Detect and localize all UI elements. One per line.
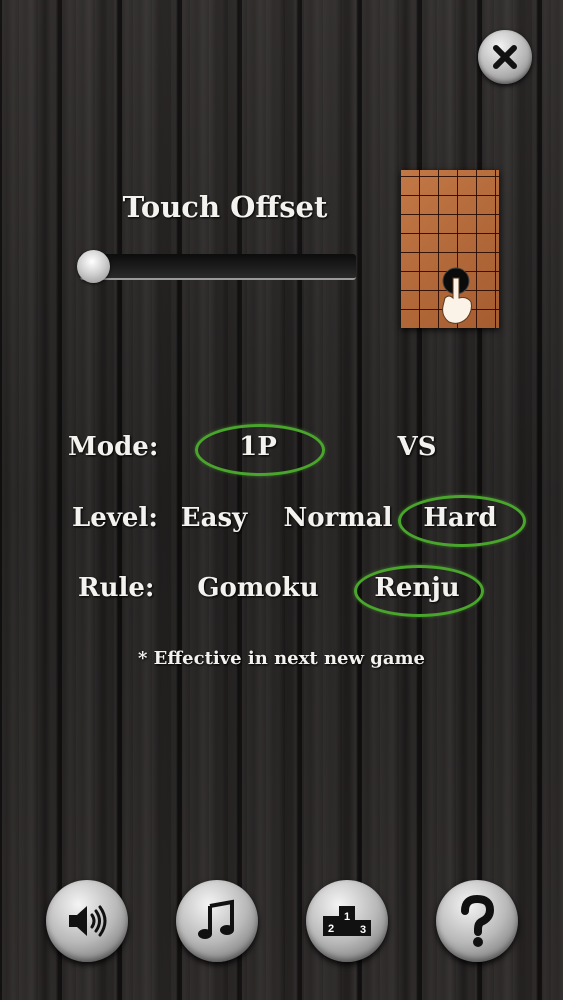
rule-option-renju[interactable]: Renju <box>362 573 472 603</box>
rule-label: Rule: <box>78 573 155 603</box>
podium-number-2: 2 <box>328 923 334 935</box>
close-icon <box>493 45 517 69</box>
touch-offset-slider[interactable] <box>80 254 356 280</box>
music-note-icon <box>198 899 234 939</box>
question-icon <box>461 894 495 947</box>
touch-offset-title: Touch Offset <box>122 190 328 224</box>
level-option-hard[interactable]: Hard <box>406 503 514 533</box>
stone-with-finger-icon <box>442 267 472 324</box>
podium-number-1: 1 <box>344 911 350 923</box>
sound-button[interactable] <box>46 880 128 962</box>
level-option-normal[interactable]: Normal <box>280 503 396 533</box>
mode-label: Mode: <box>68 432 159 462</box>
speaker-icon <box>69 905 107 937</box>
mode-option-1p[interactable]: 1P <box>205 432 311 462</box>
podium-icon: 2 1 3 <box>323 906 371 936</box>
music-button[interactable] <box>176 880 258 962</box>
level-option-easy[interactable]: Easy <box>170 503 258 533</box>
rule-option-gomoku[interactable]: Gomoku <box>196 573 320 603</box>
podium-number-3: 3 <box>360 924 366 936</box>
settings-note: * Effective in next new game <box>137 648 425 669</box>
touch-offset-preview-board <box>401 170 499 328</box>
level-label: Level: <box>72 503 158 533</box>
close-button[interactable] <box>478 30 532 84</box>
mode-option-vs[interactable]: VS <box>370 432 464 462</box>
touch-offset-slider-knob[interactable] <box>77 250 110 283</box>
help-button[interactable] <box>436 880 518 962</box>
ranking-button[interactable]: 2 1 3 <box>306 880 388 962</box>
